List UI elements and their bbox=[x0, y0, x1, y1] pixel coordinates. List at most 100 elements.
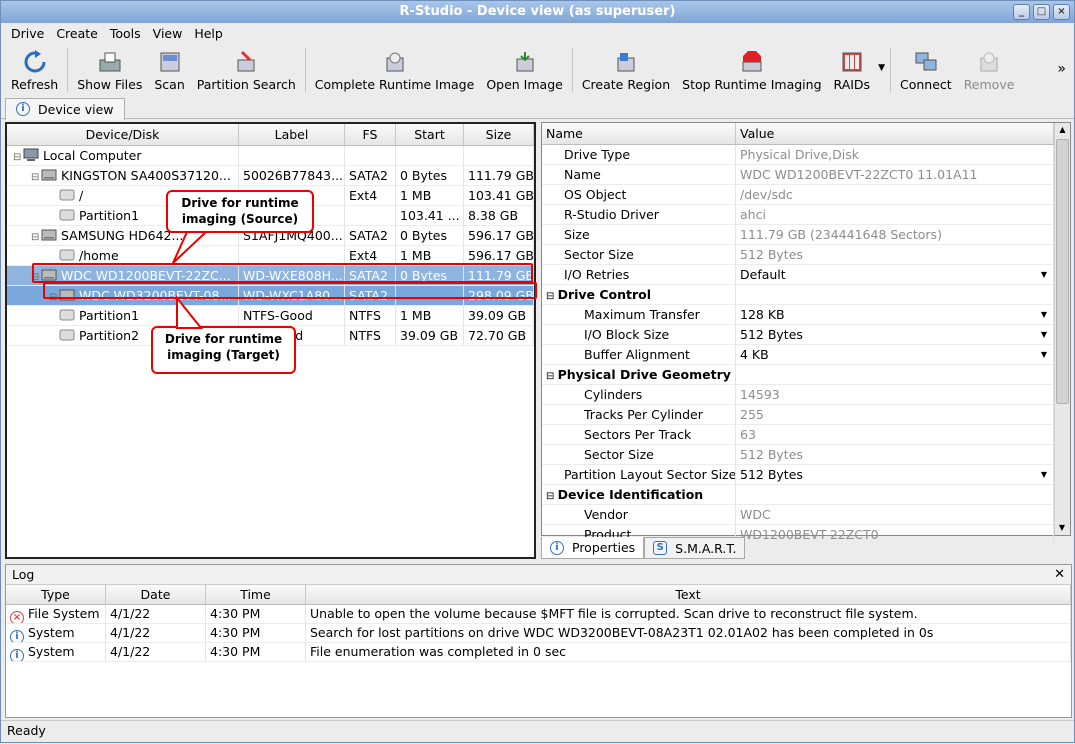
property-row[interactable]: Partition Layout Sector Size 512 Bytes ▼ bbox=[542, 465, 1070, 485]
property-value: 111.79 GB (234441648 Sectors) bbox=[736, 225, 1054, 245]
property-row[interactable]: Name WDC WD1200BEVT-22ZCT0 11.01A11 bbox=[542, 165, 1070, 185]
property-value[interactable]: 512 Bytes ▼ bbox=[736, 325, 1054, 345]
log-row[interactable]: i System 4/1/22 4:30 PM File enumeration was… bbox=[6, 643, 1071, 662]
property-value[interactable]: 512 Bytes ▼ bbox=[736, 465, 1054, 485]
log-pane: Log ✕ Type Date Time Text × File System 4/… bbox=[5, 564, 1072, 718]
property-value[interactable]: Default ▼ bbox=[736, 265, 1054, 285]
property-row[interactable]: Sector Size 512 Bytes bbox=[542, 245, 1070, 265]
log-date: 4/1/22 bbox=[106, 605, 206, 624]
log-text: Search for lost partitions on drive WDC … bbox=[306, 624, 1071, 643]
property-name: Sectors Per Track bbox=[542, 425, 736, 445]
property-value: WDC WD1200BEVT-22ZCT0 11.01A11 bbox=[736, 165, 1054, 185]
properties-scrollbar[interactable]: ▲ ▼ bbox=[1054, 123, 1070, 535]
error-icon: × bbox=[10, 611, 24, 623]
property-value: 14593 bbox=[736, 385, 1054, 405]
log-time: 4:30 PM bbox=[206, 624, 306, 643]
property-row[interactable]: Cylinders 14593 bbox=[542, 385, 1070, 405]
property-name: OS Object bbox=[542, 185, 736, 205]
property-row[interactable]: Sector Size 512 Bytes bbox=[542, 445, 1070, 465]
property-row[interactable]: Size 111.79 GB (234441648 Sectors) bbox=[542, 225, 1070, 245]
property-name: Name bbox=[542, 165, 736, 185]
log-time: 4:30 PM bbox=[206, 643, 306, 662]
property-row[interactable]: I/O Retries Default ▼ bbox=[542, 265, 1070, 285]
log-text: Unable to open the volume because $MFT f… bbox=[306, 605, 1071, 624]
property-row[interactable]: I/O Block Size 512 Bytes ▼ bbox=[542, 325, 1070, 345]
property-value bbox=[736, 485, 1054, 505]
column-type[interactable]: Type bbox=[6, 585, 106, 604]
property-value: 512 Bytes bbox=[736, 445, 1054, 465]
close-icon[interactable]: ✕ bbox=[1054, 565, 1065, 585]
property-name: Tracks Per Cylinder bbox=[542, 405, 736, 425]
section-collapse-icon[interactable]: ⊟ bbox=[546, 491, 558, 502]
property-value: WDC bbox=[736, 505, 1054, 525]
property-section[interactable]: ⊟ Device Identification bbox=[542, 485, 1070, 505]
status-bar: Ready bbox=[1, 720, 1074, 742]
chevron-down-icon[interactable]: ▼ bbox=[1041, 265, 1047, 284]
tab-smart[interactable]: S S.M.A.R.T. bbox=[644, 537, 746, 559]
log-date: 4/1/22 bbox=[106, 643, 206, 662]
scroll-down-icon[interactable]: ▼ bbox=[1055, 521, 1069, 535]
chevron-down-icon[interactable]: ▼ bbox=[1041, 305, 1047, 324]
tab-properties[interactable]: i Properties bbox=[541, 537, 645, 559]
property-row[interactable]: Buffer Alignment 4 KB ▼ bbox=[542, 345, 1070, 365]
property-value bbox=[736, 365, 1054, 385]
log-text: File enumeration was completed in 0 sec bbox=[306, 643, 1071, 662]
column-date[interactable]: Date bbox=[106, 585, 206, 604]
property-name: ⊟ Physical Drive Geometry bbox=[542, 365, 736, 385]
properties-pane: Name Value Drive Type Physical Drive,Disk… bbox=[541, 122, 1071, 545]
property-value[interactable]: 128 KB ▼ bbox=[736, 305, 1054, 325]
property-name: Sector Size bbox=[542, 445, 736, 465]
log-row[interactable]: × File System 4/1/22 4:30 PM Unable to open … bbox=[6, 605, 1071, 624]
property-name: I/O Retries bbox=[542, 265, 736, 285]
property-row[interactable]: Tracks Per Cylinder 255 bbox=[542, 405, 1070, 425]
property-name: Cylinders bbox=[542, 385, 736, 405]
property-name: Buffer Alignment bbox=[542, 345, 736, 365]
column-name[interactable]: Name bbox=[542, 123, 736, 144]
property-name: Vendor bbox=[542, 505, 736, 525]
smart-icon: S bbox=[653, 541, 668, 555]
property-value: ahci bbox=[736, 205, 1054, 225]
property-row[interactable]: Sectors Per Track 63 bbox=[542, 425, 1070, 445]
chevron-down-icon[interactable]: ▼ bbox=[1041, 345, 1047, 364]
properties-header: Name Value bbox=[542, 123, 1070, 145]
property-value: Physical Drive,Disk bbox=[736, 145, 1054, 165]
property-row[interactable]: Maximum Transfer 128 KB ▼ bbox=[542, 305, 1070, 325]
property-section[interactable]: ⊟ Physical Drive Geometry bbox=[542, 365, 1070, 385]
property-value bbox=[736, 285, 1054, 305]
property-row[interactable]: Drive Type Physical Drive,Disk bbox=[542, 145, 1070, 165]
property-row[interactable]: R-Studio Driver ahci bbox=[542, 205, 1070, 225]
section-collapse-icon[interactable]: ⊟ bbox=[546, 291, 558, 302]
scroll-up-icon[interactable]: ▲ bbox=[1055, 123, 1070, 137]
property-name: Drive Type bbox=[542, 145, 736, 165]
property-value[interactable]: 4 KB ▼ bbox=[736, 345, 1054, 365]
section-collapse-icon[interactable]: ⊟ bbox=[546, 371, 558, 382]
property-name: ⊟ Drive Control bbox=[542, 285, 736, 305]
properties-tabs: i Properties S S.M.A.R.T. bbox=[541, 537, 746, 559]
property-value: 512 Bytes bbox=[736, 245, 1054, 265]
property-name: Sector Size bbox=[542, 245, 736, 265]
log-title: Log bbox=[12, 567, 35, 582]
log-table-header: Type Date Time Text bbox=[6, 585, 1071, 605]
property-section[interactable]: ⊟ Drive Control bbox=[542, 285, 1070, 305]
log-time: 4:30 PM bbox=[206, 605, 306, 624]
status-text: Ready bbox=[7, 723, 46, 738]
property-name: I/O Block Size bbox=[542, 325, 736, 345]
property-value: /dev/sdc bbox=[736, 185, 1054, 205]
column-time[interactable]: Time bbox=[206, 585, 306, 604]
column-text[interactable]: Text bbox=[306, 585, 1071, 604]
property-value: 255 bbox=[736, 405, 1054, 425]
property-row[interactable]: Vendor WDC bbox=[542, 505, 1070, 525]
property-name: Maximum Transfer bbox=[542, 305, 736, 325]
column-value[interactable]: Value bbox=[736, 123, 1054, 144]
log-type: × File System bbox=[6, 605, 106, 624]
log-type: i System bbox=[6, 643, 106, 662]
chevron-down-icon[interactable]: ▼ bbox=[1041, 465, 1047, 484]
property-value: 63 bbox=[736, 425, 1054, 445]
scroll-thumb[interactable] bbox=[1056, 139, 1069, 404]
property-name: ⊟ Device Identification bbox=[542, 485, 736, 505]
log-date: 4/1/22 bbox=[106, 624, 206, 643]
log-row[interactable]: i System 4/1/22 4:30 PM Search for lost part… bbox=[6, 624, 1071, 643]
property-row[interactable]: OS Object/dev/sdc bbox=[542, 185, 1070, 205]
chevron-down-icon[interactable]: ▼ bbox=[1041, 325, 1047, 344]
property-name: Size bbox=[542, 225, 736, 245]
